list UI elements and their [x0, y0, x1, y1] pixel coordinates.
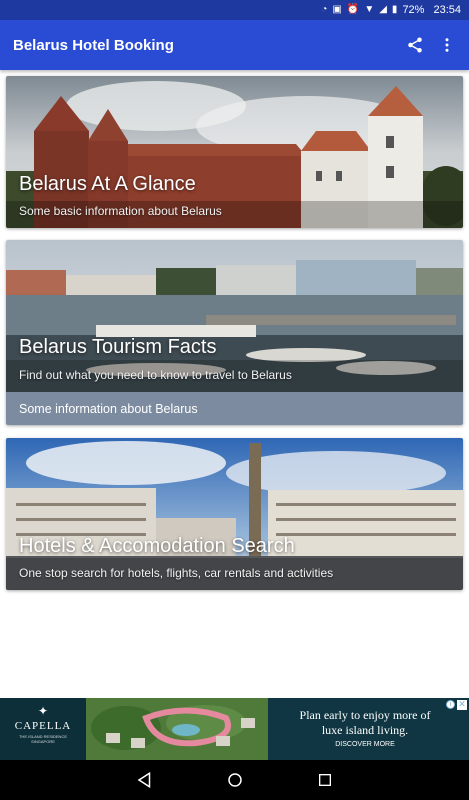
battery-icon: ▮ — [391, 4, 398, 15]
back-icon[interactable] — [136, 771, 154, 789]
app-title: Belarus Hotel Booking — [13, 36, 174, 54]
card-belarus-at-a-glance[interactable]: Belarus At A Glance Some basic informati… — [6, 76, 463, 228]
alarm-icon: ⏰ — [346, 4, 360, 15]
app-bar: Belarus Hotel Booking — [0, 20, 469, 70]
ad-close-icon[interactable]: ✕ — [457, 700, 467, 710]
card-hotels-search[interactable]: Hotels & Accomodation Search One stop se… — [6, 438, 463, 590]
recents-icon[interactable] — [317, 772, 333, 788]
card-tourism-facts[interactable]: Belarus Tourism Facts Find out what you … — [6, 240, 463, 425]
system-nav-bar — [0, 760, 469, 800]
card-title: Hotels & Accomodation Search — [19, 535, 295, 557]
card-list: Belarus At A Glance Some basic informati… — [0, 70, 469, 698]
ad-brand-sub: THE ISLAND RESIDENCE SINGAPORE — [18, 734, 67, 744]
card-subtitle: Find out what you need to know to travel… — [19, 368, 292, 382]
data-saver-icon: ◔ — [321, 4, 328, 15]
overflow-menu-button[interactable] — [431, 29, 463, 61]
clock: 23:54 — [433, 4, 461, 16]
status-bar: ◔ ▣ ⏰ ▼ ◢ ▮ 72% 23:54 — [0, 0, 469, 20]
home-icon[interactable] — [226, 771, 244, 789]
wifi-icon: ▼ — [364, 4, 375, 15]
card-subtitle: One stop search for hotels, flights, car… — [19, 566, 334, 580]
ad-headline-1: Plan early to enjoy more of — [299, 708, 431, 722]
vibrate-icon: ▣ — [332, 4, 342, 15]
card-title: Belarus At A Glance — [19, 173, 196, 195]
ad-banner[interactable]: ✦ CAPELLA THE ISLAND RESIDENCE SINGAPORE… — [0, 698, 469, 760]
ad-info-icon[interactable]: i — [446, 700, 455, 709]
more-vert-icon — [445, 38, 449, 52]
battery-percent: 72% — [402, 4, 425, 16]
card-title: Belarus Tourism Facts — [19, 336, 217, 358]
ad-cta[interactable]: DISCOVER MORE — [285, 741, 445, 748]
card-subtitle: Some basic information about Belarus — [19, 204, 222, 218]
ad-headline-2: luxe island living. — [321, 723, 409, 737]
ad-logo-block: ✦ CAPELLA THE ISLAND RESIDENCE SINGAPORE — [0, 698, 86, 760]
share-button[interactable] — [399, 29, 431, 61]
share-icon — [408, 37, 422, 53]
ad-brand: CAPELLA — [14, 720, 72, 732]
signal-icon: ◢ — [379, 4, 387, 15]
card-footer: Some information about Belarus — [6, 392, 463, 425]
ad-resort-image — [86, 698, 268, 760]
star-icon: ✦ — [37, 704, 49, 718]
